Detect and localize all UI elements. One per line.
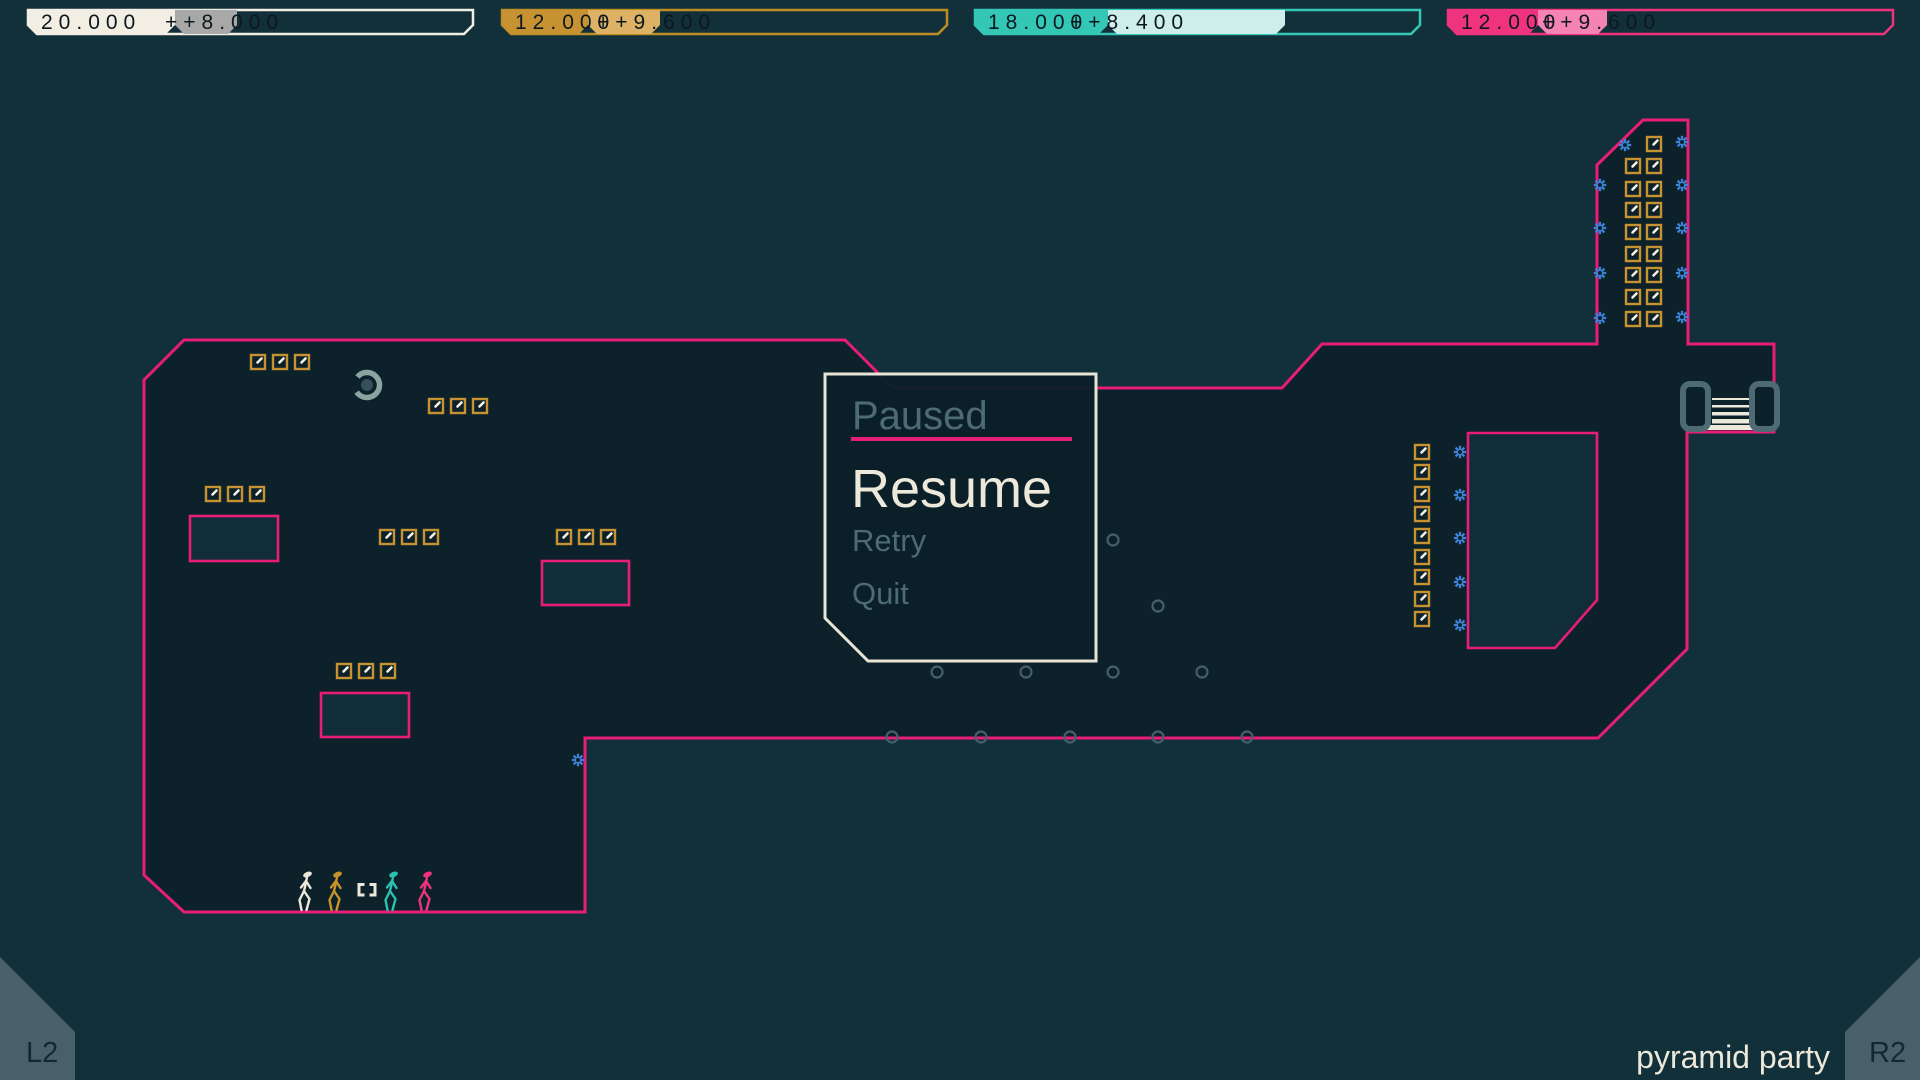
gold-square xyxy=(226,485,244,503)
gold-square xyxy=(1645,223,1663,241)
mine-icon xyxy=(1453,445,1467,459)
gold-square xyxy=(1624,201,1642,219)
left-bumper-label: L2 xyxy=(26,1037,58,1069)
mine-icon xyxy=(1453,488,1467,502)
gold-square xyxy=(427,397,445,415)
hud-bar-gold: 12.000++9.600 xyxy=(500,8,949,36)
pause-menu-title: Paused xyxy=(852,394,988,438)
mine-icon xyxy=(1675,221,1689,235)
gold-square xyxy=(1624,157,1642,175)
quit-button[interactable]: Quit xyxy=(852,576,909,611)
gold-square xyxy=(1413,505,1431,523)
gold-square xyxy=(1645,201,1663,219)
mine-icon xyxy=(1675,310,1689,324)
retry-button[interactable]: Retry xyxy=(852,523,927,558)
mine-icon xyxy=(1453,575,1467,589)
gold-square xyxy=(1413,443,1431,461)
gold-square xyxy=(1413,463,1431,481)
mine-icon xyxy=(1593,221,1607,235)
door-bracket-left xyxy=(1680,381,1711,432)
door-stripe xyxy=(1712,412,1751,416)
gold-square xyxy=(1413,610,1431,628)
gold-square xyxy=(249,353,267,371)
right-bumper-label: R2 xyxy=(1869,1037,1906,1069)
door-stripe xyxy=(1712,419,1751,424)
gold-square xyxy=(1624,266,1642,284)
gold-square xyxy=(1645,157,1663,175)
wall-room xyxy=(1466,431,1599,650)
mine-icon xyxy=(1675,135,1689,149)
hud-score: 20.000 xyxy=(41,11,141,34)
gold-square xyxy=(1624,223,1642,241)
mine-icon xyxy=(1453,618,1467,632)
door-stripe xyxy=(1712,398,1751,400)
gold-square xyxy=(1413,548,1431,566)
hud-bonus: ++9.600 xyxy=(1542,11,1661,34)
hud-bar-teal: 18.000++8.400 xyxy=(973,8,1422,36)
gold-square xyxy=(1413,568,1431,586)
gold-square xyxy=(357,662,375,680)
gold-square xyxy=(422,528,440,546)
gold-square xyxy=(204,485,222,503)
gold-square xyxy=(1624,245,1642,263)
gold-square xyxy=(1413,590,1431,608)
gold-square xyxy=(248,485,266,503)
gold-square xyxy=(555,528,573,546)
hud-bar-white: 20.000 ++8.000 xyxy=(26,8,475,36)
gold-square xyxy=(599,528,617,546)
door-stripe xyxy=(1712,405,1751,408)
door-bracket-right xyxy=(1749,381,1780,432)
wall-block xyxy=(188,514,280,563)
gold-square xyxy=(449,397,467,415)
mine-icon xyxy=(1593,266,1607,280)
hud-bar-pink: 12.000++9.600 xyxy=(1446,8,1895,36)
gold-square xyxy=(293,353,311,371)
wall-block xyxy=(540,559,631,607)
mine-icon xyxy=(1618,138,1632,152)
resume-button[interactable]: Resume xyxy=(851,459,1052,519)
gold-square xyxy=(378,528,396,546)
gold-square xyxy=(577,528,595,546)
game-scene: Paused Resume Retry Quit 20.000 ++8.000 12… xyxy=(0,8,1920,1080)
gold-square xyxy=(1645,310,1663,328)
pause-menu: Paused Resume Retry Quit xyxy=(823,372,1098,663)
mine-icon xyxy=(1675,178,1689,192)
gold-square xyxy=(400,528,418,546)
gold-square xyxy=(1645,180,1663,198)
gold-square xyxy=(1624,310,1642,328)
gold-square xyxy=(1645,288,1663,306)
gold-square xyxy=(1413,485,1431,503)
footer: L2 R2 pyramid party xyxy=(0,957,1920,1080)
gold-square xyxy=(335,662,353,680)
hud-bonus: ++9.600 xyxy=(597,11,716,34)
level-name: pyramid party xyxy=(1636,1039,1830,1075)
door-stripe xyxy=(1706,425,1757,430)
mine-icon xyxy=(1453,531,1467,545)
gold-square xyxy=(1645,135,1663,153)
gold-square xyxy=(1624,288,1642,306)
gold-square xyxy=(271,353,289,371)
mine-icon xyxy=(1593,311,1607,325)
gold-square xyxy=(1645,266,1663,284)
gold-square xyxy=(471,397,489,415)
gold-square xyxy=(1645,245,1663,263)
hud-bonus: ++8.000 xyxy=(165,11,284,34)
mine-icon xyxy=(1593,178,1607,192)
mine-icon xyxy=(1675,266,1689,280)
gold-square xyxy=(1413,527,1431,545)
pause-menu-underline xyxy=(851,437,1072,441)
hud-bonus: ++8.400 xyxy=(1070,11,1189,34)
gold-square xyxy=(1624,180,1642,198)
hud: 20.000 ++8.000 12.000++9.600 18.000++8.400 1… xyxy=(26,8,1895,36)
wall-block xyxy=(319,691,411,739)
mine-icon xyxy=(571,753,585,767)
gold-square xyxy=(379,662,397,680)
